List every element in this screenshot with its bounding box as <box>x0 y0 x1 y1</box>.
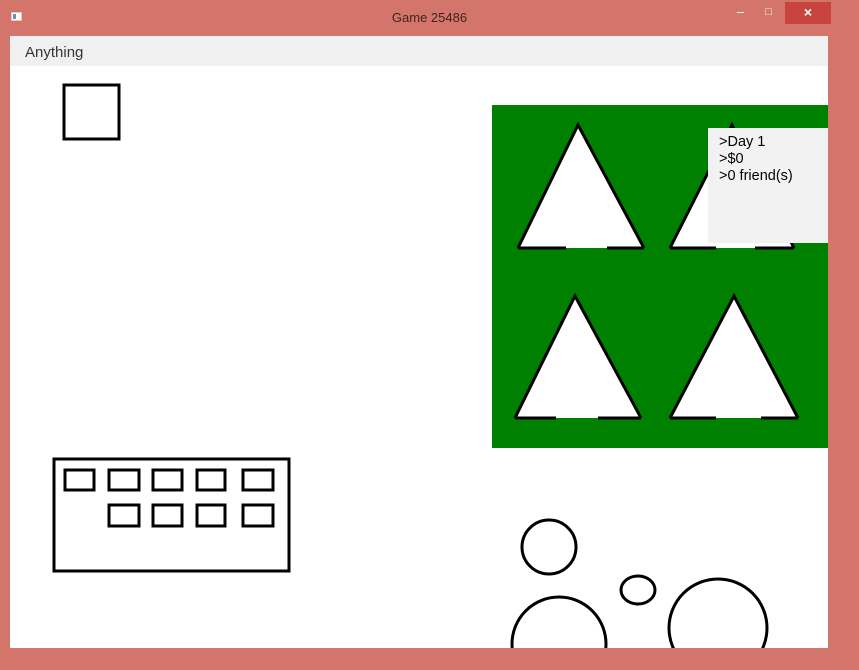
game-canvas[interactable]: >Day 1 >$0 >0 friend(s) <box>10 66 828 648</box>
client-area: Anything >Day 1 >$0 >0 friend(s) <box>10 36 828 648</box>
stats-panel: >Day 1 >$0 >0 friend(s) <box>708 128 828 243</box>
friends-counter: >0 friend(s) <box>719 168 793 184</box>
title-bar[interactable]: Game 25486 – □ × <box>0 0 859 36</box>
scene-svg <box>52 83 828 648</box>
bubble-1[interactable] <box>520 518 578 576</box>
game-window: Game 25486 – □ × Anything >Day 1 >$0 >0 … <box>0 0 859 670</box>
player-square[interactable] <box>62 83 121 141</box>
money-counter: >$0 <box>719 151 744 167</box>
building-outline <box>52 457 291 573</box>
close-button[interactable]: × <box>785 2 831 24</box>
menu-item-anything[interactable]: Anything <box>25 44 83 61</box>
building[interactable] <box>52 457 291 573</box>
bubble-4[interactable] <box>667 577 769 648</box>
day-counter: >Day 1 <box>719 134 766 150</box>
bubble-2[interactable] <box>619 574 657 606</box>
bubble-3[interactable] <box>510 595 608 648</box>
menu-bar: Anything <box>10 36 828 66</box>
maximize-button[interactable]: □ <box>756 2 781 24</box>
minimize-button[interactable]: – <box>728 2 753 24</box>
